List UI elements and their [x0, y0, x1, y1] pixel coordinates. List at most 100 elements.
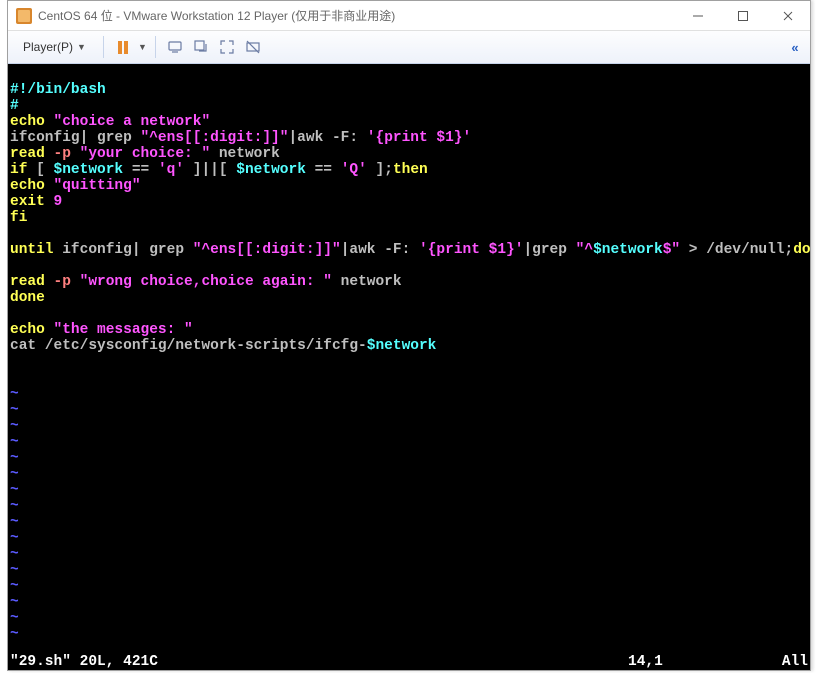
- code-keyword: if: [10, 162, 27, 178]
- toolbar-separator: [103, 36, 104, 58]
- code-token: ]||[: [184, 162, 236, 178]
- code-token: network: [210, 146, 280, 162]
- fullscreen-icon: [219, 39, 235, 55]
- code-token: ==: [306, 162, 341, 178]
- pause-icon: [118, 41, 128, 54]
- vim-tilde: ~: [10, 434, 19, 450]
- code-string: $": [663, 242, 680, 258]
- code-token: read: [10, 274, 54, 290]
- vim-tilde: ~: [10, 418, 19, 434]
- vim-tilde: ~: [10, 626, 19, 642]
- code-token: echo: [10, 322, 54, 338]
- window-controls: [675, 1, 810, 30]
- chevron-left-icon: «: [791, 40, 794, 55]
- status-scroll: All: [768, 654, 808, 670]
- code-token: network: [332, 274, 402, 290]
- minimize-button[interactable]: [675, 1, 720, 30]
- toolbar-separator: [155, 36, 156, 58]
- maximize-icon: [735, 8, 751, 24]
- collapse-toolbar-button[interactable]: «: [782, 36, 804, 58]
- minimize-icon: [690, 8, 706, 24]
- fullscreen-button[interactable]: [216, 36, 238, 58]
- send-key-icon: [167, 39, 183, 55]
- titlebar: CentOS 64 位 - VMware Workstation 12 Play…: [8, 1, 810, 31]
- vim-tilde: ~: [10, 610, 19, 626]
- stretch-icon: [245, 39, 261, 55]
- code-string: "^ens[[:digit:]]": [193, 242, 341, 258]
- code-keyword: do: [793, 242, 810, 258]
- code-string: "^: [576, 242, 593, 258]
- code-var: $network: [236, 162, 306, 178]
- send-ctrl-alt-del-button[interactable]: [164, 36, 186, 58]
- code-line: #!/bin/bash: [10, 82, 106, 98]
- code-string: "choice a network": [54, 114, 211, 130]
- vim-tilde: ~: [10, 546, 19, 562]
- app-icon: [16, 8, 32, 24]
- stretch-button[interactable]: [242, 36, 264, 58]
- code-var: $network: [367, 338, 437, 354]
- code-token: ];: [367, 162, 393, 178]
- code-string: "your choice: ": [71, 146, 210, 162]
- code-token: |awk -F:: [341, 242, 419, 258]
- pause-dropdown-icon[interactable]: ▼: [138, 42, 147, 52]
- code-string: 'q': [158, 162, 184, 178]
- code-string: 'Q': [341, 162, 367, 178]
- code-token: ==: [123, 162, 158, 178]
- pause-button[interactable]: [112, 36, 134, 58]
- code-flag: -p: [54, 274, 71, 290]
- code-token: cat /etc/sysconfig/network-scripts/ifcfg…: [10, 338, 367, 354]
- code-flag: -p: [54, 146, 71, 162]
- player-menu-button[interactable]: Player(P) ▼: [14, 36, 95, 58]
- vim-tilde: ~: [10, 530, 19, 546]
- vim-statusline: "29.sh" 20L, 421C 14,1 All: [10, 654, 808, 670]
- code-var: $network: [54, 162, 124, 178]
- vim-tilde: ~: [10, 562, 19, 578]
- status-cursor-pos: 14,1: [628, 654, 768, 670]
- unity-button[interactable]: [190, 36, 212, 58]
- code-var: $network: [593, 242, 663, 258]
- code-token: echo: [10, 178, 54, 194]
- code-token: ifconfig| grep: [54, 242, 193, 258]
- code-keyword: until: [10, 242, 54, 258]
- code-keyword: then: [393, 162, 428, 178]
- unity-icon: [193, 39, 209, 55]
- code-line: #: [10, 98, 19, 114]
- code-string: "^ens[[:digit:]]": [141, 130, 289, 146]
- dropdown-icon: ▼: [77, 42, 86, 52]
- toolbar: Player(P) ▼ ▼ «: [8, 31, 810, 64]
- close-icon: [780, 8, 796, 24]
- vim-tilde: ~: [10, 402, 19, 418]
- code-token: |grep: [523, 242, 575, 258]
- app-window: CentOS 64 位 - VMware Workstation 12 Play…: [7, 0, 811, 671]
- close-button[interactable]: [765, 1, 810, 30]
- code-string: "wrong choice,choice again: ": [71, 274, 332, 290]
- vim-tilde: ~: [10, 482, 19, 498]
- code-string: "the messages: ": [54, 322, 193, 338]
- vim-tilde: ~: [10, 466, 19, 482]
- vim-tilde: ~: [10, 450, 19, 466]
- code-string: "quitting": [54, 178, 141, 194]
- vim-tilde: ~: [10, 498, 19, 514]
- code-string: '{print $1}': [419, 242, 523, 258]
- code-keyword: fi: [10, 210, 27, 226]
- player-menu-label: Player(P): [23, 40, 73, 54]
- code-string: '{print $1}': [367, 130, 471, 146]
- status-file-info: "29.sh" 20L, 421C: [10, 654, 628, 670]
- vim-tilde: ~: [10, 514, 19, 530]
- code-token: [: [27, 162, 53, 178]
- window-title: CentOS 64 位 - VMware Workstation 12 Play…: [38, 7, 675, 24]
- vim-tilde: ~: [10, 578, 19, 594]
- code-keyword: done: [10, 290, 45, 306]
- maximize-button[interactable]: [720, 1, 765, 30]
- toolbar-right: «: [782, 36, 804, 58]
- code-token: |awk -F:: [288, 130, 366, 146]
- code-token: ifconfig| grep: [10, 130, 141, 146]
- code-token: echo: [10, 114, 54, 130]
- vim-tilde: ~: [10, 386, 19, 402]
- terminal[interactable]: #!/bin/bash # echo "choice a network" if…: [8, 64, 810, 670]
- code-token: read: [10, 146, 54, 162]
- code-number: 9: [45, 194, 62, 210]
- code-token: > /dev/null;: [680, 242, 793, 258]
- vim-tilde: ~: [10, 594, 19, 610]
- code-keyword: exit: [10, 194, 45, 210]
